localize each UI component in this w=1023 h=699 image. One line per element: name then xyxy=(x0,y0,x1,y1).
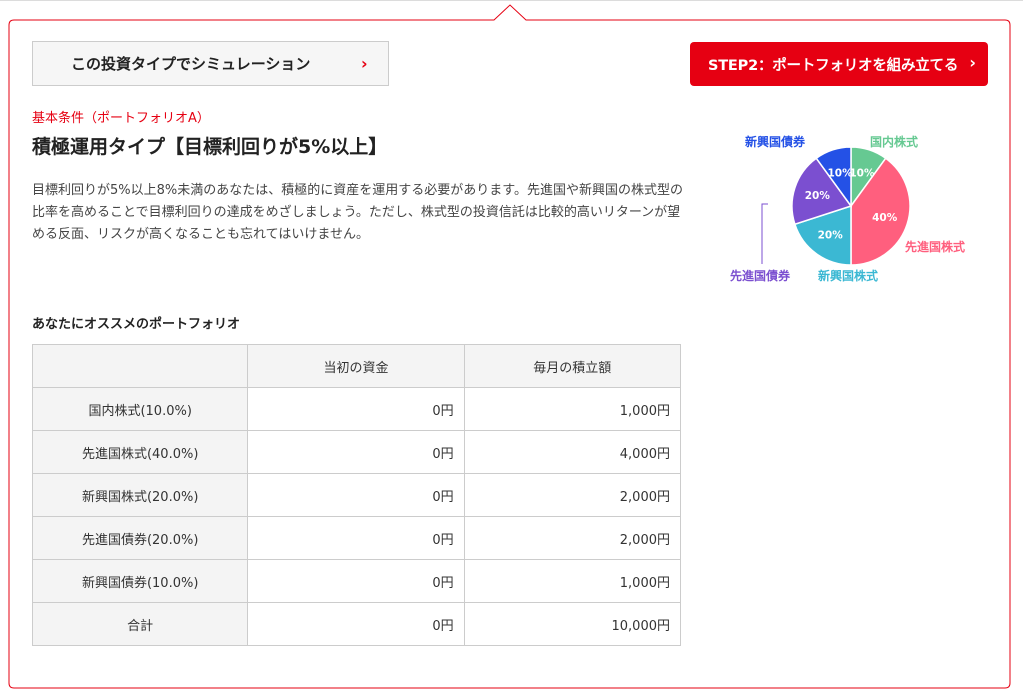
pie-percent-label: 40% xyxy=(872,212,898,224)
recommendation-title: あなたにオススメのポートフォリオ xyxy=(32,317,241,332)
column-header-monthly: 毎月の積立額 xyxy=(463,344,682,388)
chevron-right-icon: › xyxy=(361,54,368,73)
description-text: 目標利回りが5%以上8%未満のあなたは、積極的に資産を運用する必要があります。先… xyxy=(32,183,683,242)
table-row: 先進国債券(20.0%) 0円 2,000円 xyxy=(31,516,682,560)
monthly-amount-cell: 2,000円 xyxy=(463,473,682,517)
pie-category-label: 国内株式 xyxy=(870,134,918,149)
initial-amount-cell: 0円 xyxy=(247,473,465,517)
initial-amount-cell: 0円 xyxy=(247,430,465,474)
pie-percent-label: 20% xyxy=(805,190,831,202)
chevron-right-icon: › xyxy=(969,53,976,72)
page-title: 積極運用タイプ【目標利回りが5%以上】 xyxy=(32,136,388,158)
pie-category-label: 先進国債券 xyxy=(730,268,791,283)
monthly-amount-cell: 4,000円 xyxy=(463,430,682,474)
table-row: 先進国株式(40.0%) 0円 4,000円 xyxy=(31,430,682,474)
asset-name-cell: 新興国債券(10.0%) xyxy=(31,559,249,603)
monthly-amount-cell: 1,000円 xyxy=(463,559,682,603)
pie-leader-line xyxy=(761,203,768,264)
asset-name-cell: 新興国株式(20.0%) xyxy=(31,473,249,517)
monthly-amount-cell: 2,000円 xyxy=(463,516,682,560)
pie-percent-label: 20% xyxy=(818,230,844,242)
simulate-button[interactable]: この投資タイプでシミュレーション › xyxy=(32,41,389,86)
asset-name-cell: 先進国株式(40.0%) xyxy=(31,430,249,474)
table-header-row: 当初の資金 毎月の積立額 xyxy=(31,344,682,388)
initial-amount-cell: 0円 xyxy=(247,559,465,603)
pie-category-label: 新興国債券 xyxy=(745,134,806,149)
portfolio-pie-chart: 10%国内株式40%先進国株式20%新興国株式20%先進国債券10%新興国債券 xyxy=(730,134,965,283)
pie-category-label: 先進国株式 xyxy=(905,239,965,254)
total-label-cell: 合計 xyxy=(31,602,249,646)
simulate-button-label: この投資タイプでシミュレーション xyxy=(71,55,311,73)
total-monthly-cell: 10,000円 xyxy=(463,602,682,646)
initial-amount-cell: 0円 xyxy=(247,387,465,431)
result-panel: この投資タイプでシミュレーション › STEP2：ポートフォリオを組み立てる ›… xyxy=(0,0,1023,699)
table-total-row: 合計 0円 10,000円 xyxy=(31,602,682,646)
pie-percent-label: 10% xyxy=(827,167,853,179)
column-header-initial: 当初の資金 xyxy=(247,344,465,388)
table-row: 新興国株式(20.0%) 0円 2,000円 xyxy=(31,473,682,517)
table-row: 新興国債券(10.0%) 0円 1,000円 xyxy=(31,559,682,603)
step2-button[interactable]: STEP2：ポートフォリオを組み立てる › xyxy=(690,42,988,86)
portfolio-table: 当初の資金 毎月の積立額 国内株式(10.0%) 0円 1,000円 先進国株式… xyxy=(31,344,682,646)
monthly-amount-cell: 1,000円 xyxy=(463,387,682,431)
asset-name-cell: 国内株式(10.0%) xyxy=(31,387,249,431)
total-initial-cell: 0円 xyxy=(247,602,465,646)
column-header xyxy=(31,344,249,388)
initial-amount-cell: 0円 xyxy=(247,516,465,560)
table-row: 国内株式(10.0%) 0円 1,000円 xyxy=(31,387,682,431)
condition-label: 基本条件（ポートフォリオA） xyxy=(32,111,210,126)
asset-name-cell: 先進国債券(20.0%) xyxy=(31,516,249,560)
step2-button-label: STEP2：ポートフォリオを組み立てる xyxy=(708,57,959,74)
pie-category-label: 新興国株式 xyxy=(818,268,878,283)
